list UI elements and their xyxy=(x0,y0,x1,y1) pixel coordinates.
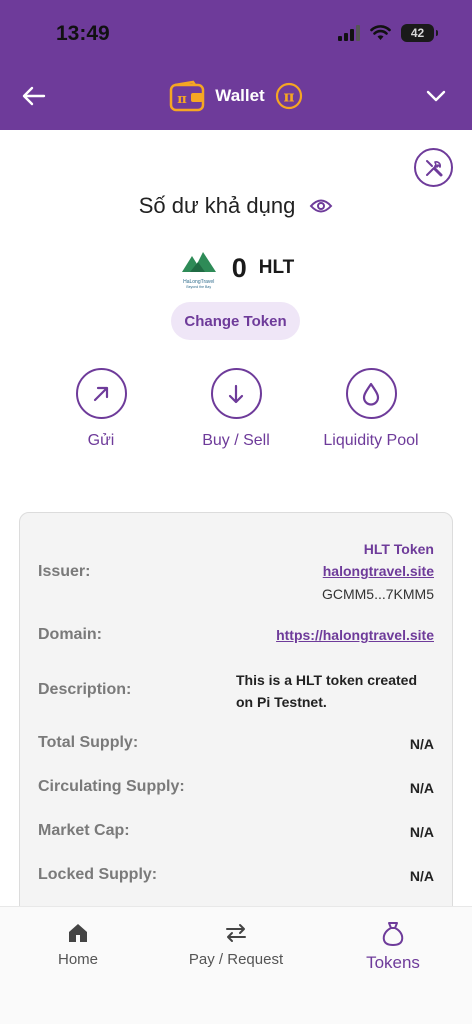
status-bar: 13:49 42 xyxy=(0,0,472,64)
issuer-name: HLT Token xyxy=(363,541,434,557)
svg-text:π: π xyxy=(178,92,188,107)
description-value: This is a HLT token created on Pi Testne… xyxy=(236,672,418,710)
svg-text:π: π xyxy=(283,88,294,106)
issuer-address: GCMM5...7KMM5 xyxy=(321,586,434,602)
issuer-value: HLT Token halongtravel.site GCMM5...7KMM… xyxy=(322,539,434,606)
buy-sell-button[interactable] xyxy=(210,368,262,419)
arrow-down-icon xyxy=(228,384,244,403)
send-button[interactable] xyxy=(75,368,127,419)
domain-link[interactable]: https://halongtravel.site xyxy=(276,627,434,643)
liquidity-pool-label: Liquidity Pool xyxy=(323,432,419,449)
description-key: Description: xyxy=(38,681,132,698)
token-symbol: HLT xyxy=(258,257,295,278)
eye-icon[interactable] xyxy=(309,197,333,215)
buy-sell-label: Buy / Sell xyxy=(202,432,270,449)
app-header: π Wallet π xyxy=(0,64,472,130)
logo-subtext: Beyond the Bay xyxy=(186,285,212,289)
circulating-supply-key: Circulating Supply: xyxy=(38,778,185,795)
status-time: 13:49 xyxy=(56,22,110,45)
header-center: π Wallet π xyxy=(0,80,472,112)
wallet-icon: π xyxy=(170,80,205,112)
nav-tokens[interactable]: Tokens xyxy=(323,921,463,973)
wifi-icon xyxy=(370,25,391,40)
market-cap-key: Market Cap: xyxy=(38,822,130,839)
balance-amount-row: HaLongTravel Beyond the Bay 0 HLT xyxy=(0,250,472,289)
droplet-icon xyxy=(362,382,380,406)
token-logo: HaLongTravel Beyond the Bay xyxy=(178,250,220,289)
buy-sell-action[interactable]: Buy / Sell xyxy=(176,368,296,453)
liquidity-pool-button[interactable] xyxy=(345,368,397,419)
domain-key: Domain: xyxy=(38,626,102,643)
nav-tokens-label: Tokens xyxy=(366,953,420,972)
balance-label-row: Số dư khả dụng xyxy=(0,193,472,219)
nav-home-label: Home xyxy=(57,951,98,968)
pi-coin-icon: π xyxy=(275,82,302,110)
change-token-button[interactable]: Change Token xyxy=(171,302,300,340)
tools-button[interactable] xyxy=(414,148,453,187)
swap-icon xyxy=(226,924,246,942)
nav-home[interactable]: Home xyxy=(8,921,148,968)
issuer-link[interactable]: halongtravel.site xyxy=(322,560,434,582)
battery-level: 42 xyxy=(410,26,425,40)
total-supply-value: N/A xyxy=(409,736,434,752)
token-info-card: Issuer: HLT Token halongtravel.site GCMM… xyxy=(19,512,453,932)
battery-icon: 42 xyxy=(401,24,438,42)
arrow-up-right-icon xyxy=(93,386,109,401)
status-icons: 42 xyxy=(338,24,438,42)
chevron-down-icon[interactable] xyxy=(422,82,450,110)
circulating-supply-value: N/A xyxy=(409,780,434,796)
total-supply-key: Total Supply: xyxy=(38,734,139,751)
market-cap-value: N/A xyxy=(409,824,434,840)
bottom-nav: Home Pay / Request Tokens xyxy=(0,906,472,1024)
liquidity-pool-action[interactable]: Liquidity Pool xyxy=(311,368,431,453)
tools-icon xyxy=(425,159,442,176)
send-label: Gửi xyxy=(87,432,115,449)
balance-amount: 0 xyxy=(231,252,247,283)
bag-icon xyxy=(382,922,404,946)
balance-label: Số dư khả dụng xyxy=(138,193,296,218)
nav-pay-request-label: Pay / Request xyxy=(188,951,284,968)
issuer-key: Issuer: xyxy=(38,563,91,580)
home-icon xyxy=(69,924,87,942)
locked-supply-value: N/A xyxy=(409,868,434,884)
page-title: Wallet xyxy=(215,86,265,105)
locked-supply-key: Locked Supply: xyxy=(38,866,158,883)
send-action[interactable]: Gửi xyxy=(41,368,161,453)
signal-icon xyxy=(338,25,360,41)
mountain-icon xyxy=(181,252,216,272)
nav-pay-request[interactable]: Pay / Request xyxy=(166,921,306,968)
